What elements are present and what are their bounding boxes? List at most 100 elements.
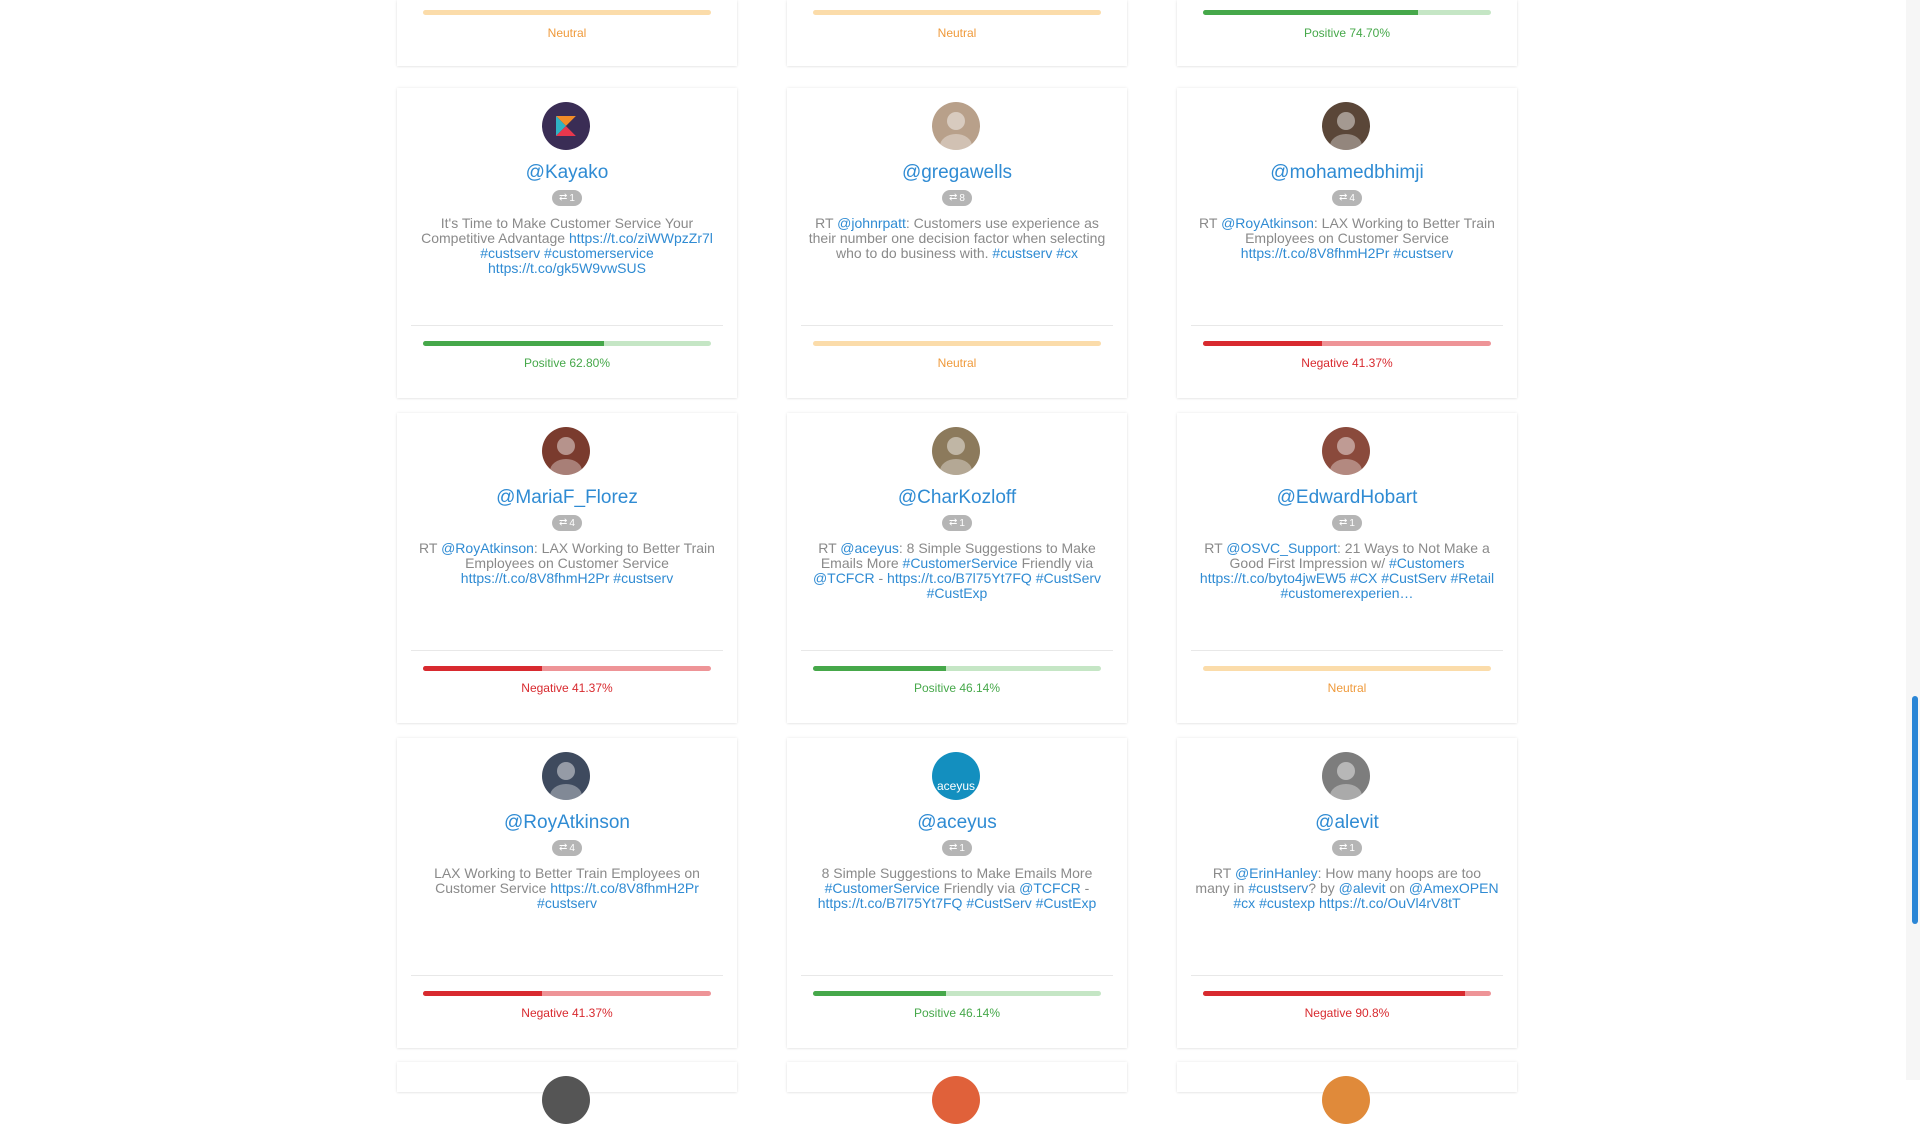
tweet-link[interactable]: https://t.co/B7l75Yt7FQ: [818, 895, 963, 911]
tweet-link[interactable]: #custexp: [1259, 895, 1315, 911]
profile-photo-icon: [1330, 112, 1362, 150]
scrollbar-track[interactable]: [1906, 0, 1920, 1080]
tweet-link[interactable]: https://t.co/OuVl4rV8tT: [1319, 895, 1461, 911]
tweet-link[interactable]: #custserv: [480, 245, 540, 261]
user-handle-link[interactable]: @EdwardHobart: [1177, 487, 1517, 509]
user-handle-link[interactable]: @MariaF_Florez: [397, 487, 737, 509]
tweet-link[interactable]: #custserv: [613, 570, 673, 586]
sentiment-bar-fill: [423, 341, 604, 346]
tweet-link[interactable]: #CustomerService: [825, 880, 940, 896]
tweet-text: RT @RoyAtkinson: LAX Working to Better T…: [1195, 216, 1499, 261]
avatar[interactable]: [1322, 1076, 1370, 1124]
avatar[interactable]: [542, 752, 590, 800]
sentiment-bar: [813, 666, 1101, 671]
tweet-link[interactable]: #Retail: [1450, 570, 1494, 586]
retweet-count: 4: [569, 842, 575, 854]
avatar[interactable]: [1322, 102, 1370, 150]
tweet-card: @mohamedbhimji ⇄ 4 RT @RoyAtkinson: LAX Wor…: [1177, 88, 1517, 398]
tweet-link[interactable]: https://t.co/8V8fhmH2Pr: [1241, 245, 1390, 261]
scrollbar-thumb[interactable]: [1912, 696, 1918, 924]
avatar[interactable]: [542, 427, 590, 475]
avatar[interactable]: [542, 102, 590, 150]
sentiment-label: Neutral: [547, 26, 587, 40]
tweet-link[interactable]: #CustomerService: [903, 555, 1018, 571]
tweet-link[interactable]: #cx: [1233, 895, 1255, 911]
tweet-link[interactable]: #customerservice: [544, 245, 654, 261]
user-handle-link[interactable]: @CharKozloff: [787, 487, 1127, 509]
profile-photo-icon: [550, 437, 582, 475]
tweet-link[interactable]: #cx: [1056, 245, 1078, 261]
tweet-link[interactable]: #CustExp: [1036, 895, 1097, 911]
avatar[interactable]: [932, 427, 980, 475]
tweet-link[interactable]: #custserv: [1248, 880, 1308, 896]
retweet-icon: ⇄: [949, 517, 958, 528]
avatar[interactable]: [542, 1076, 590, 1124]
tweet-text: RT @johnrpatt: Customers use experience …: [805, 216, 1109, 261]
tweet-text: LAX Working to Better Train Employees on…: [415, 866, 719, 911]
sentiment-label: Negative 90.8%: [1304, 1006, 1390, 1020]
sentiment-bar: [423, 991, 711, 996]
tweet-text: It's Time to Make Customer Service Your …: [415, 216, 719, 276]
tweet-link[interactable]: @alevit: [1339, 880, 1386, 896]
tweet-link[interactable]: https://t.co/ziWWpzZr7l: [569, 230, 713, 246]
tweet-link[interactable]: https://t.co/B7l75Yt7FQ: [887, 570, 1032, 586]
tweet-link[interactable]: #Customers: [1389, 555, 1464, 571]
tweet-text-segment: RT: [1204, 540, 1227, 556]
tweet-link[interactable]: https://t.co/gk5W9vwSUS: [488, 260, 646, 276]
tweet-link[interactable]: @RoyAtkinson: [1221, 215, 1314, 231]
tweet-card: @EdwardHobart ⇄ 1 RT @OSVC_Support: 21 Ways…: [1177, 413, 1517, 723]
tweet-link[interactable]: #CustServ: [1381, 570, 1446, 586]
avatar[interactable]: [1322, 752, 1370, 800]
tweet-link[interactable]: #customerexperien…: [1280, 585, 1413, 601]
user-handle-link[interactable]: @Kayako: [397, 162, 737, 184]
tweet-card: aceyus @aceyus ⇄ 1 8 Simple Suggestions to M…: [787, 738, 1127, 1048]
retweet-count-badge: ⇄ 1: [942, 840, 972, 856]
sentiment-bar: [423, 10, 711, 15]
tweet-link[interactable]: #custserv: [992, 245, 1052, 261]
user-handle-link[interactable]: @RoyAtkinson: [397, 812, 737, 834]
retweet-count: 1: [569, 192, 575, 204]
retweet-count-badge: ⇄ 8: [942, 190, 972, 206]
card-divider: [1191, 650, 1503, 651]
tweet-link[interactable]: @TCFCR: [1019, 880, 1081, 896]
user-handle-link[interactable]: @gregawells: [787, 162, 1127, 184]
tweet-card: [397, 1062, 737, 1124]
avatar[interactable]: [932, 1076, 980, 1124]
avatar[interactable]: aceyus: [932, 752, 980, 800]
tweet-text: RT @ErinHanley: How many hoops are too m…: [1195, 866, 1499, 911]
tweet-link[interactable]: @TCFCR: [813, 570, 875, 586]
user-handle-link[interactable]: @mohamedbhimji: [1177, 162, 1517, 184]
retweet-count: 4: [1349, 192, 1355, 204]
tweet-link[interactable]: @RoyAtkinson: [441, 540, 534, 556]
tweet-link[interactable]: https://t.co/8V8fhmH2Pr: [461, 570, 610, 586]
sentiment-label: Negative 41.37%: [521, 1006, 613, 1020]
tweet-text-segment: Friendly via: [939, 880, 1020, 896]
retweet-icon: ⇄: [1339, 517, 1348, 528]
sentiment-bar: [1203, 666, 1491, 671]
tweet-link[interactable]: #CX: [1350, 570, 1377, 586]
tweet-link[interactable]: #CustExp: [927, 585, 988, 601]
tweet-text: RT @aceyus: 8 Simple Suggestions to Make…: [805, 541, 1109, 601]
sentiment-bar-fill: [1203, 10, 1419, 15]
tweet-link[interactable]: https://t.co/8V8fhmH2Pr: [550, 880, 699, 896]
tweet-link[interactable]: #custserv: [1393, 245, 1453, 261]
sentiment-bar: [1203, 991, 1491, 996]
tweet-link[interactable]: #CustServ: [1036, 570, 1101, 586]
tweet-link[interactable]: @ErinHanley: [1235, 865, 1318, 881]
tweet-text-segment: ? by: [1308, 880, 1339, 896]
user-handle-link[interactable]: @alevit: [1177, 812, 1517, 834]
retweet-count: 4: [569, 517, 575, 529]
tweet-link[interactable]: @johnrpatt: [837, 215, 906, 231]
avatar[interactable]: [1322, 427, 1370, 475]
retweet-count: 8: [959, 192, 965, 204]
tweet-link[interactable]: @aceyus: [840, 540, 899, 556]
tweet-link[interactable]: @AmexOPEN: [1409, 880, 1499, 896]
tweet-link[interactable]: https://t.co/byto4jwEW5: [1200, 570, 1346, 586]
card-divider: [411, 325, 723, 326]
tweet-text-segment: Friendly via: [1017, 555, 1094, 571]
user-handle-link[interactable]: @aceyus: [787, 812, 1127, 834]
tweet-link[interactable]: #CustServ: [966, 895, 1031, 911]
avatar[interactable]: [932, 102, 980, 150]
tweet-link[interactable]: #custserv: [537, 895, 597, 911]
tweet-link[interactable]: @OSVC_Support: [1226, 540, 1337, 556]
